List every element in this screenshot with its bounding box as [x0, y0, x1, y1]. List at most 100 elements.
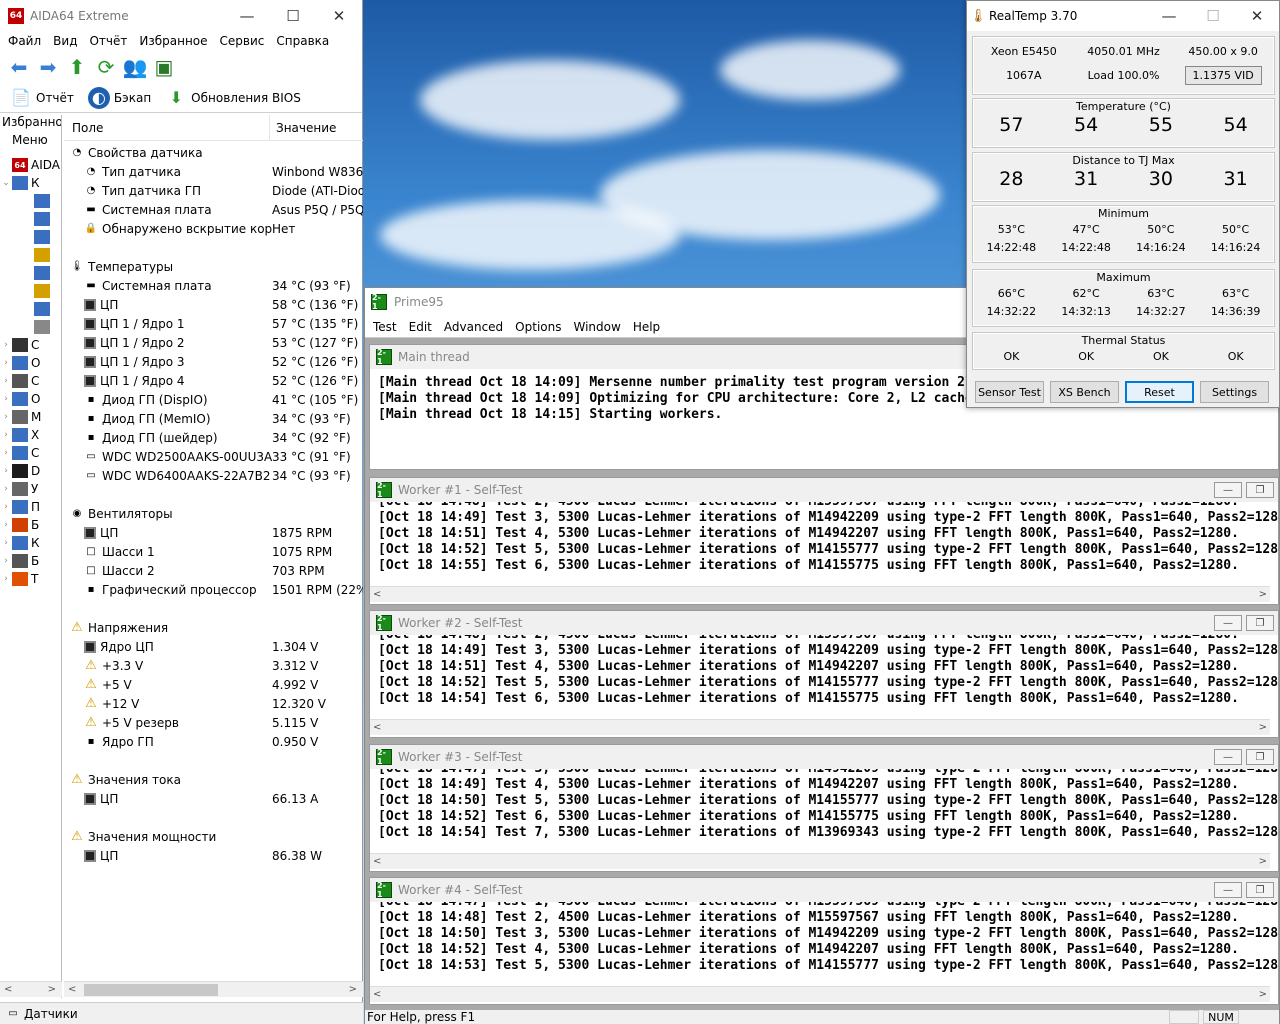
minimize-button[interactable]: —	[224, 0, 270, 31]
tree-node[interactable]	[0, 210, 61, 228]
sensor-row[interactable]: ▪ Ядро ГП 0.950 V	[64, 732, 363, 751]
tree-node[interactable]	[0, 264, 61, 282]
child-restore-button[interactable]: ❐	[1246, 615, 1274, 631]
rt-minimize-button[interactable]: —	[1147, 1, 1191, 31]
report-button[interactable]: 📄 Отчёт	[10, 87, 74, 109]
prime-menu-item[interactable]: Advanced	[438, 320, 509, 334]
tree-node[interactable]: › У	[0, 480, 61, 498]
expand-icon[interactable]: ›	[0, 448, 12, 458]
forward-arrow-icon[interactable]: ➡	[35, 54, 61, 80]
tree-node[interactable]: › К	[0, 534, 61, 552]
back-arrow-icon[interactable]: ⬅	[6, 54, 32, 80]
section-header[interactable]: ⚠ Напряжения	[64, 618, 363, 637]
monitor-icon[interactable]: ▣	[151, 54, 177, 80]
expand-icon[interactable]: ›	[0, 538, 12, 548]
worker-hscrollbar[interactable]: < >	[370, 986, 1270, 1002]
menu-item[interactable]: Вид	[47, 34, 83, 48]
expand-icon[interactable]: ›	[0, 358, 12, 368]
tree-node[interactable]	[0, 318, 61, 336]
backup-button[interactable]: ◐ Бэкап	[87, 86, 151, 109]
worker-hscrollbar[interactable]: < >	[370, 853, 1270, 869]
tree-node[interactable]: › П	[0, 498, 61, 516]
value-column-header[interactable]: Значение	[270, 121, 336, 135]
rt-close-button[interactable]: ✕	[1235, 1, 1279, 31]
settings-button[interactable]: Settings	[1200, 381, 1269, 403]
expand-icon[interactable]: ⌄	[0, 178, 12, 188]
refresh-icon[interactable]: ⟳	[93, 54, 119, 80]
sensor-row[interactable]: ▪ Диод ГП (MemIO) 34 °C (93 °F)	[64, 409, 363, 428]
sensor-row[interactable]: ЦП 1 / Ядро 3 52 °C (126 °F)	[64, 352, 363, 371]
bios-update-button[interactable]: ⬇ Обновления BIOS	[165, 87, 300, 109]
tree-node[interactable]: › Б	[0, 552, 61, 570]
sensor-row[interactable]: ▪ Диод ГП (шейдер) 34 °C (92 °F)	[64, 428, 363, 447]
up-arrow-icon[interactable]: ⬆	[64, 54, 90, 80]
sensor-row[interactable]: ⚠ +12 V 12.320 V	[64, 694, 363, 713]
expand-icon[interactable]: ›	[0, 484, 12, 494]
child-minimize-button[interactable]: —	[1214, 615, 1242, 631]
child-restore-button[interactable]: ❐	[1246, 482, 1274, 498]
expand-icon[interactable]: ›	[0, 394, 12, 404]
menu-item[interactable]: Избранное	[133, 34, 213, 48]
prime-menu-item[interactable]: Help	[627, 320, 666, 334]
tree-node[interactable]: › О	[0, 390, 61, 408]
menu-item[interactable]: Файл	[2, 34, 47, 48]
worker-window[interactable]: 2-1 Worker #2 - Self-Test —❐ [Oct 18 14:48]…	[369, 610, 1279, 738]
expand-icon[interactable]: ›	[0, 520, 12, 530]
sensor-row[interactable]: ЦП 1 / Ядро 1 57 °C (135 °F)	[64, 314, 363, 333]
child-minimize-button[interactable]: —	[1214, 482, 1242, 498]
xs-bench-button[interactable]: XS Bench	[1050, 381, 1119, 403]
tree-node[interactable]: › М	[0, 408, 61, 426]
sensor-row[interactable]: ⚠ +3.3 V 3.312 V	[64, 656, 363, 675]
prime-menu-item[interactable]: Window	[567, 320, 626, 334]
sensor-row[interactable]: ▪ Диод ГП (DispIO) 41 °C (105 °F)	[64, 390, 363, 409]
tree-node[interactable]: › D	[0, 462, 61, 480]
sensor-row[interactable]: ◔ Тип датчика Winbond W8366	[64, 162, 363, 181]
sensor-row[interactable]: ЦП 86.38 W	[64, 846, 363, 865]
sensor-row[interactable]: ▭ WDC WD6400AAKS-22A7B2 34 °C (93 °F)	[64, 466, 363, 485]
sensor-row[interactable]: ▬ Системная плата 34 °C (93 °F)	[64, 276, 363, 295]
expand-icon[interactable]: ›	[0, 556, 12, 566]
sensor-row[interactable]: ⚠ +5 V 4.992 V	[64, 675, 363, 694]
list-scrollbar[interactable]: < >	[64, 981, 363, 997]
worker-window[interactable]: 2-1 Worker #1 - Self-Test —❐ [Oct 18 14:48]…	[369, 477, 1279, 605]
close-button[interactable]: ✕	[316, 0, 362, 31]
section-header[interactable]: ◔ Свойства датчика	[64, 143, 363, 162]
expand-icon[interactable]: ›	[0, 376, 12, 386]
prime-menu-item[interactable]: Edit	[403, 320, 438, 334]
expand-icon[interactable]: ›	[0, 340, 12, 350]
child-restore-button[interactable]: ❐	[1246, 749, 1274, 765]
sensor-row[interactable]: ЦП 1875 RPM	[64, 523, 363, 542]
tree-scrollbar[interactable]: < >	[0, 981, 62, 997]
sensor-row[interactable]: □ Шасси 1 1075 RPM	[64, 542, 363, 561]
sensor-row[interactable]: ЦП 66.13 A	[64, 789, 363, 808]
field-column-header[interactable]: Поле	[64, 115, 270, 140]
tree-node[interactable]	[0, 282, 61, 300]
reset-button[interactable]: Reset	[1125, 381, 1194, 403]
menu-item[interactable]: Отчёт	[83, 34, 133, 48]
menu-item[interactable]: Сервис	[214, 34, 271, 48]
section-header[interactable]: ⚠ Значения тока	[64, 770, 363, 789]
tree-node[interactable]: › Х	[0, 426, 61, 444]
maximize-button[interactable]: ☐	[270, 0, 316, 31]
worker-window[interactable]: 2-1 Worker #4 - Self-Test —❐ [Oct 18 14:47]…	[369, 877, 1279, 1005]
tree-node[interactable]: › Т	[0, 570, 61, 588]
tree-node[interactable]	[0, 192, 61, 210]
tree-node[interactable]: › С	[0, 444, 61, 462]
sensor-test-button[interactable]: Sensor Test	[975, 381, 1044, 403]
tree-node[interactable]: 64 AIDA	[0, 156, 61, 174]
menu-tab[interactable]: Меню	[0, 133, 61, 151]
user-icon[interactable]: 👥	[122, 54, 148, 80]
expand-icon[interactable]: ›	[0, 412, 12, 422]
sensor-row[interactable]: ▭ WDC WD2500AAKS-00UU3A0 33 °C (91 °F)	[64, 447, 363, 466]
child-restore-button[interactable]: ❐	[1246, 882, 1274, 898]
sensor-row[interactable]: ЦП 58 °C (136 °F)	[64, 295, 363, 314]
menu-item[interactable]: Справка	[270, 34, 335, 48]
expand-icon[interactable]: ›	[0, 574, 12, 584]
sensor-row[interactable]: □ Шасси 2 703 RPM	[64, 561, 363, 580]
sensor-row[interactable]: 🔒 Обнаружено вскрытие кор... Нет	[64, 219, 363, 238]
section-header[interactable]: ⚠ Значения мощности	[64, 827, 363, 846]
sensor-row[interactable]: ◔ Тип датчика ГП Diode (ATI-Diod	[64, 181, 363, 200]
section-header[interactable]: ◉ Вентиляторы	[64, 504, 363, 523]
sensor-row[interactable]: ▬ Системная плата Asus P5Q / P5Q3	[64, 200, 363, 219]
sensor-row[interactable]: ЦП 1 / Ядро 2 53 °C (127 °F)	[64, 333, 363, 352]
